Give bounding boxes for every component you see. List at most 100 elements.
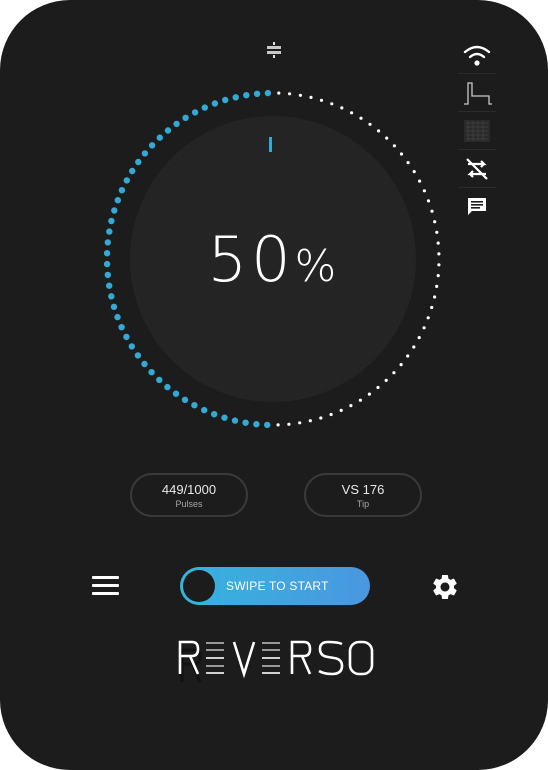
gauge-dot-inactive	[350, 111, 354, 115]
pulses-stat: 449/1000 Pulses	[130, 473, 248, 517]
gauge-dot-active	[231, 417, 239, 424]
gauge-dot-active	[253, 421, 260, 428]
gauge-dot-inactive	[422, 189, 426, 193]
menu-bar	[92, 576, 119, 579]
gear-icon[interactable]	[430, 572, 460, 602]
gauge-dot-active	[173, 120, 180, 128]
gauge-dot-active	[104, 271, 112, 279]
gauge-dot-active	[211, 411, 218, 418]
tip-stat: VS 176 Tip	[304, 473, 422, 517]
gauge-dot-active	[156, 134, 163, 141]
gauge-dot-active	[103, 250, 111, 257]
gauge-dot-active	[164, 383, 171, 391]
tip-value: VS 176	[341, 482, 385, 497]
menu-bar	[92, 592, 119, 595]
gauge-dot-active	[242, 419, 249, 426]
gauge-dot-inactive	[412, 345, 416, 349]
device-frame: 50% 449/1000 Pulses VS 176 Tip SWIPE TO …	[0, 0, 548, 770]
gauge-dot-inactive	[426, 316, 430, 320]
gauge-dot-active	[114, 197, 122, 204]
gauge-dot-active	[182, 114, 189, 122]
gauge-dot-active	[118, 187, 126, 194]
gauge-dot-inactive	[436, 241, 440, 245]
gauge-dot-active	[141, 360, 148, 368]
gauge-dot-inactive	[359, 116, 363, 120]
gauge-dot-inactive	[406, 354, 410, 358]
gauge-dot-active	[201, 406, 208, 414]
gauge-dot-active	[253, 90, 261, 98]
gauge-dot-active	[134, 352, 142, 359]
gauge-dot-inactive	[412, 170, 416, 174]
gauge-dot-active	[106, 282, 113, 289]
gauge-dot-inactive	[329, 412, 333, 417]
gauge-dot-inactive	[349, 404, 353, 408]
gauge-dot-active	[108, 217, 115, 225]
gauge-dot-inactive	[319, 98, 324, 102]
gauge-dot-inactive	[377, 129, 381, 133]
pulses-value: 449/1000	[161, 482, 217, 497]
gauge-dot-inactive	[358, 398, 362, 402]
tip-label: Tip	[356, 499, 370, 509]
gauge-dot-inactive	[422, 326, 426, 330]
gauge-dot-inactive	[385, 136, 389, 140]
gauge-dot-active	[103, 260, 111, 268]
gauge-dot-active	[221, 414, 228, 421]
progress-unit: %	[294, 241, 337, 292]
progress-value: 50	[207, 223, 295, 296]
gauge-dot-active	[148, 369, 155, 376]
gauge-indicator-tick	[269, 137, 272, 152]
gauge-dot-inactive	[435, 230, 439, 234]
gauge-dot-inactive	[392, 144, 396, 148]
gauge-dot-inactive	[384, 378, 388, 382]
swipe-knob[interactable]	[183, 570, 215, 602]
gauge-dot-active	[264, 89, 272, 97]
gauge-dot-inactive	[298, 421, 302, 425]
gauge-dot-active	[129, 167, 136, 175]
gauge-dot-active	[123, 177, 130, 184]
gauge-dot-active	[106, 228, 113, 235]
gauge-dot-inactive	[392, 371, 396, 375]
gauge-dot-active	[172, 390, 180, 397]
menu-bar	[92, 584, 119, 587]
gauge-dot-inactive	[276, 423, 280, 427]
gauge-dot-active	[243, 92, 250, 99]
gauge-dot-inactive	[437, 263, 441, 267]
gauge-dot-inactive	[437, 252, 441, 256]
progress-percent: 50%	[130, 220, 414, 307]
reverso-logo	[178, 640, 374, 683]
gauge-dot-active	[114, 313, 121, 321]
gauge-dot-inactive	[418, 179, 422, 183]
gauge-dot-active	[111, 207, 118, 214]
gauge-dot-inactive	[287, 422, 291, 426]
pulses-label: Pulses	[175, 499, 203, 509]
swipe-to-start-slider[interactable]: SWIPE TO START	[180, 567, 370, 605]
gauge-dot-inactive	[399, 152, 404, 156]
gauge-dot-inactive	[308, 419, 312, 423]
gauge-dot-active	[191, 402, 198, 409]
gauge-dot-active	[104, 239, 112, 246]
gauge-dot-active	[181, 396, 189, 403]
gauge-dot-active	[232, 94, 239, 101]
gauge-dot-active	[128, 343, 135, 350]
gauge-dot-active	[164, 127, 172, 134]
gauge-dot-inactive	[340, 106, 344, 110]
gauge-dot-active	[211, 100, 219, 107]
gauge-dot-inactive	[368, 122, 372, 126]
gauge-dot-inactive	[376, 385, 380, 390]
gauge-dot-inactive	[309, 95, 313, 99]
gauge-dot-active	[191, 109, 199, 116]
gauge-dot-inactive	[417, 336, 421, 340]
gauge-dot-inactive	[277, 91, 281, 95]
gauge-dot-inactive	[435, 284, 439, 288]
gauge-dot-active	[123, 333, 130, 341]
gauge-dot-inactive	[436, 274, 440, 278]
gauge-dot-inactive	[430, 209, 434, 213]
gauge-dot-active	[264, 421, 271, 429]
gauge-dot-active	[201, 104, 208, 111]
hamburger-menu-icon[interactable]	[92, 576, 119, 598]
gauge-dot-active	[148, 142, 156, 149]
gauge-dot-active	[110, 303, 118, 310]
gauge-dot-inactive	[319, 416, 323, 420]
gauge-dot-active	[135, 158, 142, 166]
gauge-dot-inactive	[339, 408, 343, 412]
